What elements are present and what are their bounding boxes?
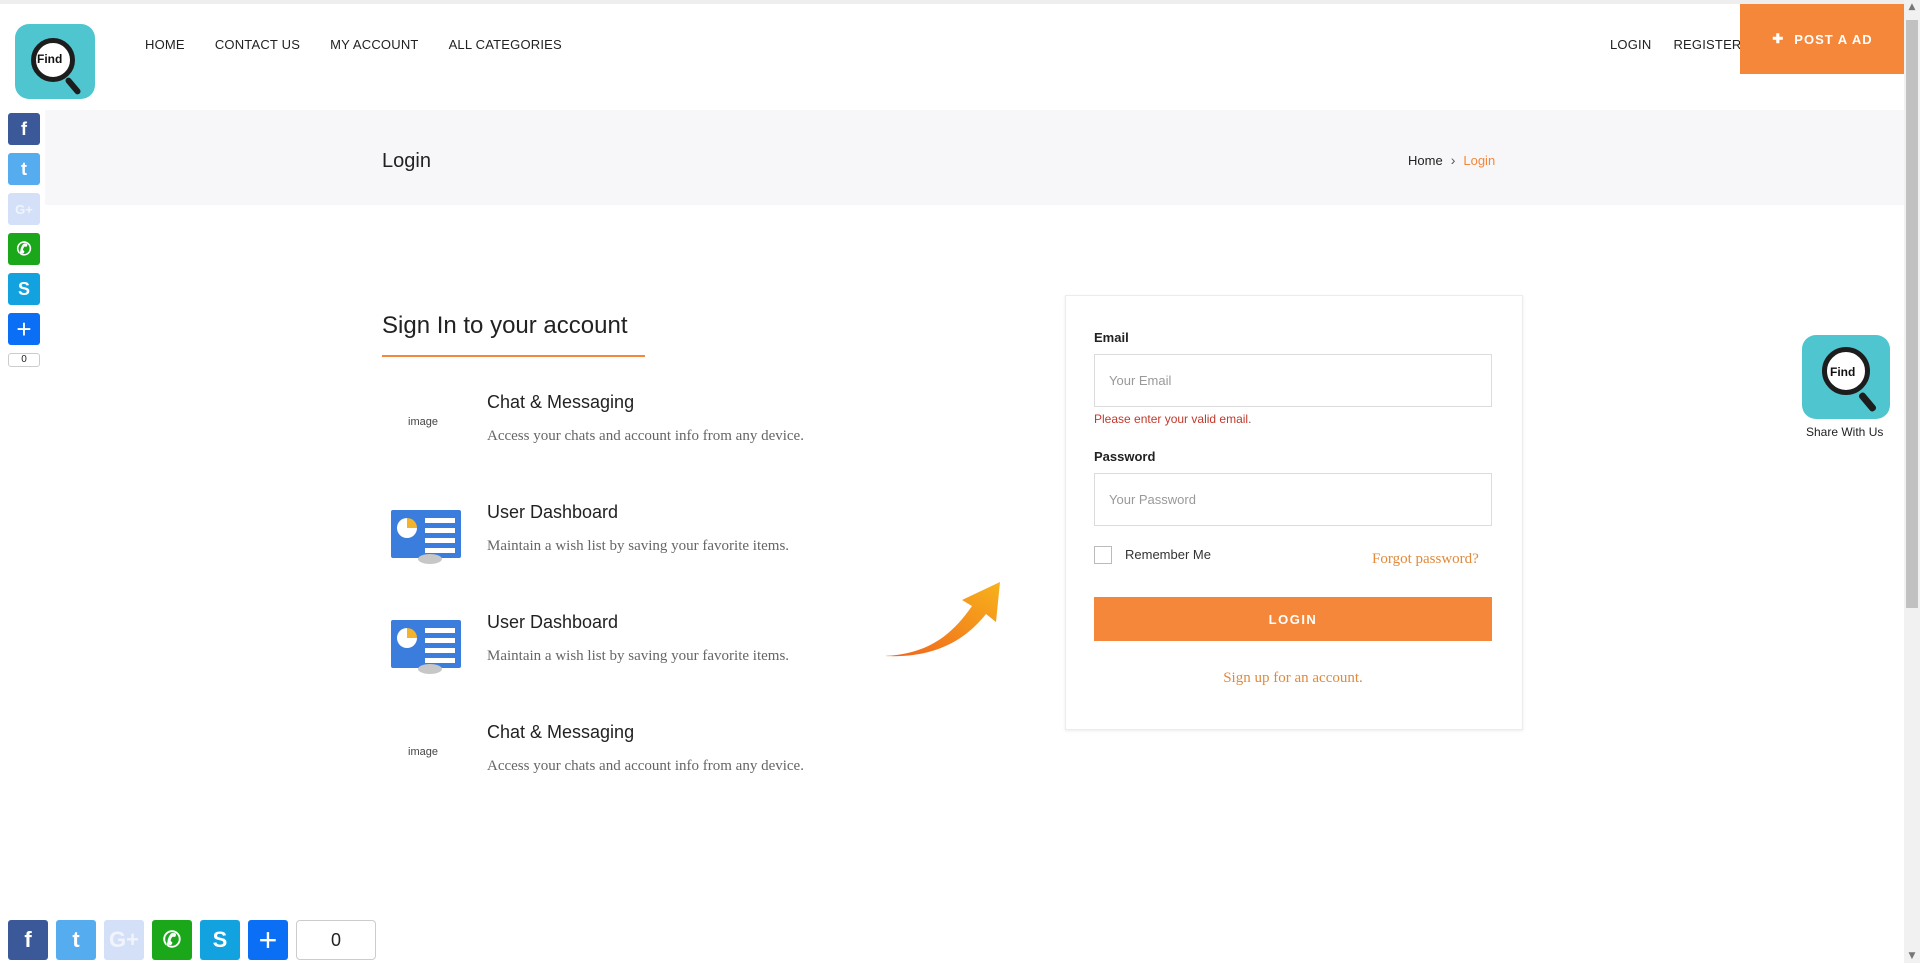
feature-desc: Maintain a wish list by saving your favo… bbox=[487, 538, 790, 554]
site-header: Find HOME CONTACT US MY ACCOUNT ALL CATE… bbox=[0, 0, 1904, 109]
feature-item: image Chat & Messaging Access your chats… bbox=[382, 722, 862, 802]
nav-my-account[interactable]: MY ACCOUNT bbox=[330, 37, 418, 52]
signup-link[interactable]: Sign up for an account. bbox=[1094, 670, 1492, 687]
nav-contact-us[interactable]: CONTACT US bbox=[215, 37, 300, 52]
share-count: 0 bbox=[296, 920, 376, 960]
feature-image: image bbox=[408, 746, 438, 758]
facebook-icon[interactable]: f bbox=[8, 920, 48, 960]
plus-icon: ✚ bbox=[1772, 31, 1785, 46]
side-share-bar: f t G+ ✆ S + 0 bbox=[8, 113, 40, 367]
nav-all-categories[interactable]: ALL CATEGORIES bbox=[449, 37, 562, 52]
auth-links: LOGIN REGISTER bbox=[1610, 37, 1742, 52]
page-title: Login bbox=[382, 150, 431, 172]
chevron-right-icon: › bbox=[1450, 152, 1456, 168]
google-plus-icon[interactable]: G+ bbox=[8, 193, 40, 225]
feature-title: Chat & Messaging bbox=[487, 392, 635, 412]
breadcrumb-home[interactable]: Home bbox=[1408, 153, 1443, 168]
login-link[interactable]: LOGIN bbox=[1610, 37, 1651, 52]
login-button[interactable]: LOGIN bbox=[1094, 597, 1492, 641]
breadcrumb-current: Login bbox=[1463, 152, 1496, 168]
email-field[interactable] bbox=[1094, 354, 1492, 407]
share-widget-text: Find bbox=[1830, 365, 1856, 379]
twitter-icon[interactable]: t bbox=[8, 153, 40, 185]
feature-desc: Access your chats and account info from … bbox=[487, 758, 804, 774]
share-count: 0 bbox=[8, 353, 40, 367]
nav-home[interactable]: HOME bbox=[145, 37, 185, 52]
main-nav: HOME CONTACT US MY ACCOUNT ALL CATEGORIE… bbox=[145, 37, 562, 52]
logo-text: Find bbox=[37, 52, 63, 66]
remember-me-label[interactable]: Remember Me bbox=[1125, 547, 1211, 562]
email-error: Please enter your valid email. bbox=[1094, 412, 1252, 426]
page-scrollbar[interactable]: ▲ ▼ bbox=[1904, 0, 1920, 963]
scrollbar-thumb[interactable] bbox=[1906, 20, 1918, 608]
feature-desc: Access your chats and account info from … bbox=[487, 428, 804, 444]
feature-title: User Dashboard bbox=[487, 502, 619, 522]
dashboard-icon bbox=[386, 612, 461, 674]
skype-icon[interactable]: S bbox=[8, 273, 40, 305]
feature-desc: Maintain a wish list by saving your favo… bbox=[487, 648, 790, 664]
add-share-icon[interactable]: + bbox=[8, 313, 40, 345]
password-label: Password bbox=[1094, 449, 1156, 464]
feature-title: User Dashboard bbox=[487, 612, 619, 632]
whatsapp-icon[interactable]: ✆ bbox=[152, 920, 192, 960]
email-label: Email bbox=[1094, 330, 1129, 345]
password-field[interactable] bbox=[1094, 473, 1492, 526]
twitter-icon[interactable]: t bbox=[56, 920, 96, 960]
register-link[interactable]: REGISTER bbox=[1673, 37, 1741, 52]
skype-icon[interactable]: S bbox=[200, 920, 240, 960]
remember-me-checkbox[interactable] bbox=[1094, 546, 1112, 564]
post-ad-label: POST A AD bbox=[1794, 31, 1873, 47]
heading-underline bbox=[382, 355, 645, 357]
share-widget-label: Share With Us bbox=[1806, 425, 1884, 439]
forgot-password-link[interactable]: Forgot password? bbox=[1372, 551, 1479, 568]
google-plus-icon[interactable]: G+ bbox=[104, 920, 144, 960]
feature-item: image Chat & Messaging Access your chats… bbox=[382, 392, 862, 472]
scroll-down-icon[interactable]: ▼ bbox=[1904, 951, 1920, 961]
sign-in-heading: Sign In to your account bbox=[382, 312, 628, 339]
share-widget[interactable]: Find bbox=[1802, 335, 1890, 419]
feature-item: User Dashboard Maintain a wish list by s… bbox=[382, 612, 862, 692]
site-logo[interactable]: Find bbox=[15, 24, 95, 99]
curved-arrow-icon bbox=[885, 582, 1000, 657]
page-banner bbox=[45, 110, 1904, 205]
feature-item: User Dashboard Maintain a wish list by s… bbox=[382, 502, 862, 582]
breadcrumb: Home › Login bbox=[1408, 152, 1495, 168]
post-ad-button[interactable]: ✚ POST A AD bbox=[1740, 4, 1905, 74]
bottom-share-bar: f t G+ ✆ S + 0 bbox=[8, 920, 376, 960]
add-share-icon[interactable]: + bbox=[248, 920, 288, 960]
feature-title: Chat & Messaging bbox=[487, 722, 635, 742]
facebook-icon[interactable]: f bbox=[8, 113, 40, 145]
scroll-up-icon[interactable]: ▲ bbox=[1904, 2, 1920, 12]
dashboard-icon bbox=[386, 502, 461, 564]
feature-image: image bbox=[408, 416, 438, 428]
whatsapp-icon[interactable]: ✆ bbox=[8, 233, 40, 265]
